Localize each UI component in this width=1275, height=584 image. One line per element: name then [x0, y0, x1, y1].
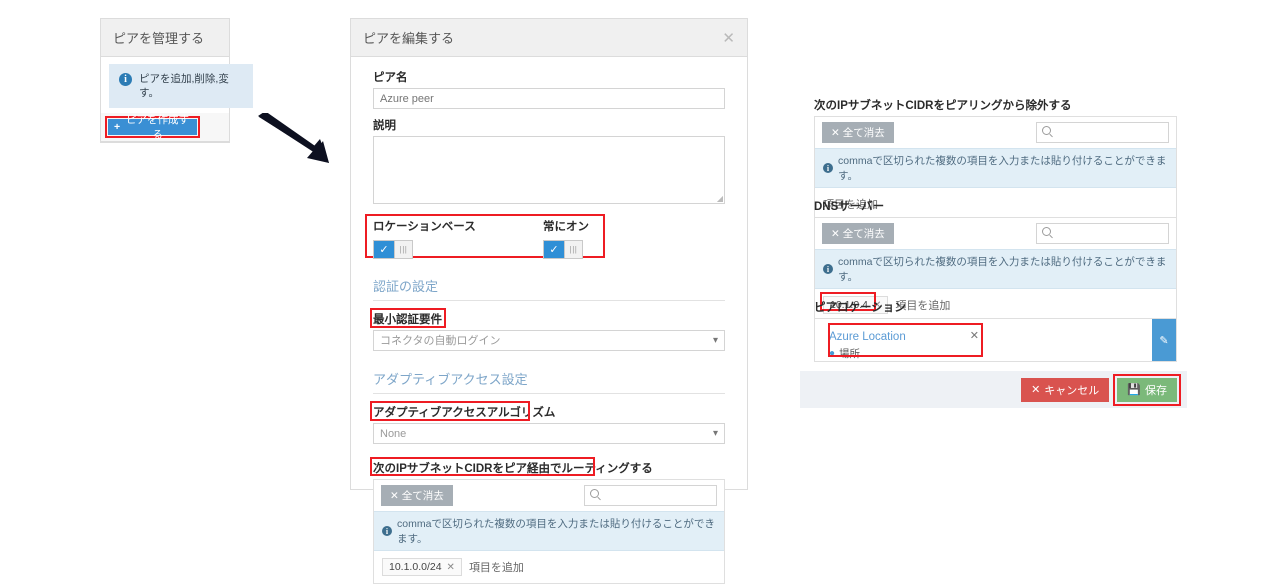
- create-peer-button[interactable]: + ピアを作成する: [108, 114, 197, 141]
- edit-peer-title: ピアを編集する: [363, 31, 455, 46]
- always-on-toggle[interactable]: ✓ |||: [543, 240, 583, 259]
- adaptive-algorithm-select[interactable]: None ▾: [373, 423, 725, 444]
- x-icon: ✕: [831, 127, 840, 139]
- auth-section-title: 認証の設定: [373, 276, 725, 301]
- peer-location-card-highlight: [828, 323, 983, 357]
- min-auth-value: コネクタの自動ログイン: [380, 335, 501, 347]
- peer-location-card-area: Azure Location ● 場所 ✕: [815, 319, 1152, 361]
- pencil-icon: ✎: [1159, 334, 1169, 347]
- route-subnets-chips: 10.1.0.0/24 ✕ 項目を追加: [374, 551, 724, 583]
- route-subnets-widget: ✕ 全て消去 i commaで区切られた複数の項目を入力または貼り付けることがで…: [373, 479, 725, 584]
- resize-grip-icon[interactable]: ◢: [717, 194, 723, 203]
- peer-location-label: ピアロケーション: [814, 302, 906, 314]
- always-on-toggle-label: 常にオン: [543, 221, 589, 233]
- info-icon: i: [823, 163, 833, 173]
- chip-label: 10.1.0.0/24: [389, 561, 442, 573]
- exclude-subnets-info: i commaで区切られた複数の項目を入力または貼り付けることができます。: [815, 148, 1176, 188]
- route-subnets-info: i commaで区切られた複数の項目を入力または貼り付けることができます。: [374, 511, 724, 551]
- arrow-annotation: [258, 113, 329, 163]
- x-icon: ✕: [390, 490, 399, 502]
- dialog-footer: ✕ キャンセル 💾 保存: [800, 371, 1187, 408]
- adaptive-algorithm-value: None: [380, 428, 407, 440]
- search-icon: [590, 489, 599, 498]
- dns-servers-info-text: commaで区切られた複数の項目を入力または貼り付けることができます。: [838, 256, 1167, 283]
- cancel-label: キャンセル: [1044, 384, 1100, 397]
- dns-servers-label: DNSサーバー: [814, 201, 885, 213]
- chevron-down-icon: ▾: [712, 428, 718, 439]
- route-subnets-info-text: commaで区切られた複数の項目を入力または貼り付けることができます。: [397, 518, 715, 545]
- search-icon: [1042, 227, 1051, 236]
- location-based-toggle-label: ロケーションベース: [373, 221, 476, 233]
- description-label: 説明: [373, 120, 396, 132]
- info-icon: i: [382, 526, 392, 536]
- route-subnets-clear-label: 全て消去: [401, 490, 444, 502]
- exclude-subnets-label: 次のIPサブネットCIDRをピアリングから除外する: [814, 100, 1072, 112]
- manage-peers-info-text: ピアを追加,削除,変 す。: [139, 73, 229, 100]
- info-icon: i: [119, 73, 132, 86]
- create-peer-label: ピアを作成する: [126, 114, 190, 141]
- peer-name-label: ピア名: [373, 72, 408, 84]
- edit-peer-dialog: ピアを編集する ✕ ピア名 説明 ◢ ロケーションベース ✓ ||| 常にオン: [350, 18, 748, 584]
- dns-servers-search[interactable]: [1036, 223, 1169, 244]
- description-textarea[interactable]: [373, 136, 725, 204]
- route-subnets-add-placeholder[interactable]: 項目を追加: [469, 559, 524, 575]
- exclude-subnets-search[interactable]: [1036, 122, 1169, 143]
- adaptive-algorithm-label-highlight: [370, 401, 530, 421]
- min-auth-label-highlight: [370, 308, 446, 328]
- check-icon: ✓: [379, 244, 389, 256]
- chevron-down-icon: ▾: [712, 335, 718, 346]
- manage-peers-title: ピアを管理する: [101, 19, 229, 57]
- save-button-highlight: [1113, 373, 1181, 406]
- x-icon: ✕: [831, 228, 840, 240]
- dns-servers-clear-button[interactable]: ✕ 全て消去: [822, 223, 894, 244]
- location-based-toggle[interactable]: ✓ |||: [373, 240, 413, 259]
- check-icon: ✓: [549, 244, 559, 256]
- peer-location-section: ピアロケーション Azure Location ● 場所 ✕ ✎: [814, 299, 1177, 362]
- route-subnets-search[interactable]: [584, 485, 717, 506]
- cancel-button[interactable]: ✕ キャンセル: [1021, 377, 1110, 402]
- chip-remove-icon[interactable]: ✕: [447, 562, 455, 573]
- toggle-handle: |||: [394, 241, 412, 258]
- peer-name-input[interactable]: [373, 88, 725, 109]
- min-auth-select[interactable]: コネクタの自動ログイン ▾: [373, 330, 725, 351]
- peer-location-edit-button[interactable]: ✎: [1152, 319, 1176, 361]
- adaptive-section-title: アダプティブアクセス設定: [373, 369, 725, 394]
- edit-peer-header: ピアを編集する ✕: [351, 19, 747, 57]
- route-subnets-clear-button[interactable]: ✕ 全て消去: [381, 485, 453, 506]
- close-icon[interactable]: ✕: [722, 29, 735, 47]
- exclude-subnets-info-text: commaで区切られた複数の項目を入力または貼り付けることができます。: [838, 155, 1167, 182]
- plus-icon: +: [114, 121, 121, 133]
- manage-peers-info-alert: i ピアを追加,削除,変 す。: [109, 64, 253, 109]
- peer-location-widget: Azure Location ● 場所 ✕ ✎: [814, 318, 1177, 362]
- search-icon: [1042, 126, 1051, 135]
- dns-servers-info: i commaで区切られた複数の項目を入力または貼り付けることができます。: [815, 249, 1176, 289]
- info-icon: i: [823, 264, 833, 274]
- exclude-subnets-clear-label: 全て消去: [842, 127, 885, 139]
- dns-servers-clear-label: 全て消去: [842, 228, 885, 240]
- route-subnets-label-highlight: [370, 457, 595, 476]
- toggle-handle: |||: [564, 241, 582, 258]
- chip[interactable]: 10.1.0.0/24 ✕: [382, 558, 462, 576]
- exclude-subnets-clear-button[interactable]: ✕ 全て消去: [822, 122, 894, 143]
- x-icon: ✕: [1031, 384, 1041, 396]
